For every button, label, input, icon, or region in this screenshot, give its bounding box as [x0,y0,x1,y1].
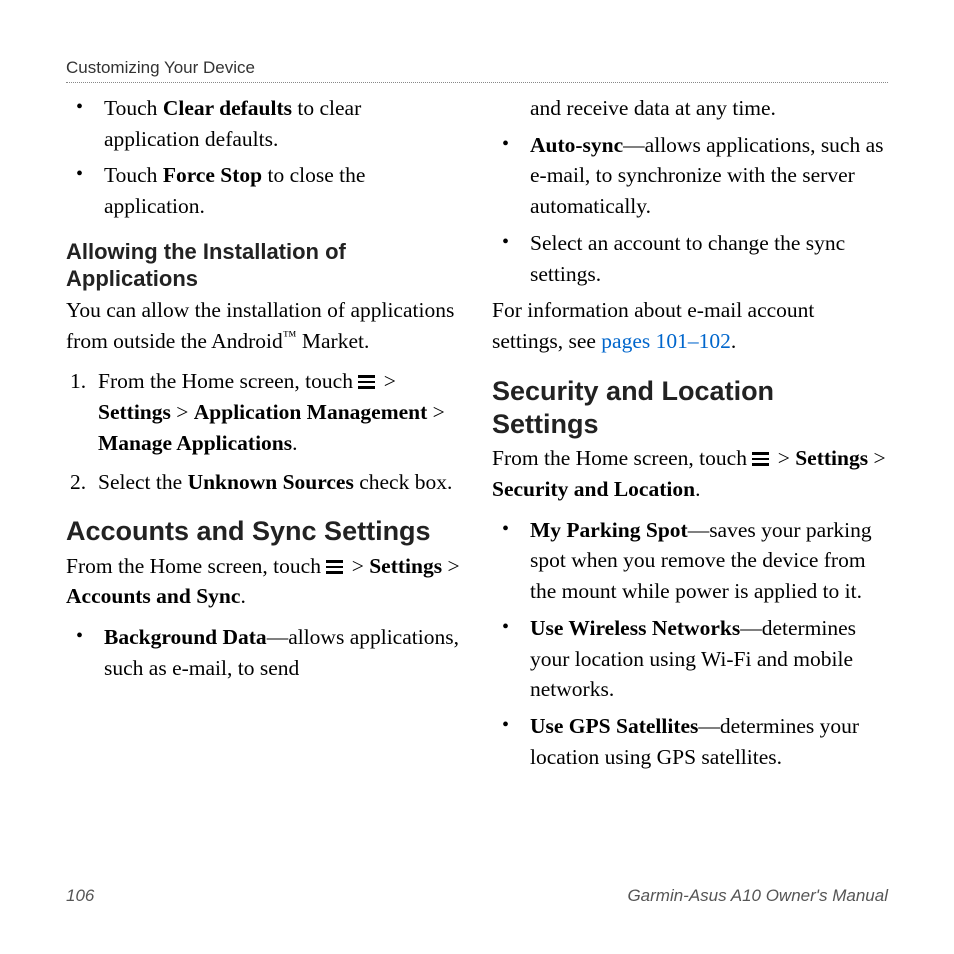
content-columns: Touch Clear defaults to clear applicatio… [66,93,888,779]
text-bold: Use GPS Satellites [530,714,698,738]
text: Market. [297,329,370,353]
list-item: Background Data—allows applications, suc… [104,622,462,683]
text: > [868,446,886,470]
text-bold: Clear defaults [163,96,292,120]
text-bold: Accounts and Sync [66,584,240,608]
text-bold: Unknown Sources [188,470,354,494]
text: Touch [104,163,163,187]
text: From the Home screen, touch [492,446,752,470]
text: > [171,400,194,424]
text: . [731,329,736,353]
text: Touch [104,96,163,120]
menu-icon [326,560,343,574]
page-number: 106 [66,886,94,906]
paragraph: From the Home screen, touch > Settings >… [492,443,888,504]
list-item: Auto-sync—allows applications, such as e… [530,130,888,222]
page-link[interactable]: pages 101–102 [601,329,731,353]
text: From the Home screen, touch [98,369,358,393]
text-bold: Background Data [104,625,267,649]
text-bold: Security and Location [492,477,695,501]
page-footer: 106 Garmin-Asus A10 Owner's Manual [66,886,888,906]
list-item: Select an account to change the sync set… [530,228,888,289]
heading-security-location: Security and Location Settings [492,375,888,441]
paragraph: For information about e-mail account set… [492,295,888,356]
manual-title: Garmin-Asus A10 Owner's Manual [627,886,888,906]
trademark-symbol: ™ [283,329,297,344]
text-bold: Auto-sync [530,133,623,157]
text-bold: Settings [795,446,868,470]
text: Select the [98,470,188,494]
paragraph: You can allow the installation of applic… [66,295,462,356]
text: > [772,446,795,470]
header-divider [66,82,888,83]
text-bold: Manage Applications [98,431,292,455]
list-item: Touch Clear defaults to clear applicatio… [104,93,462,154]
left-column: Touch Clear defaults to clear applicatio… [66,93,462,779]
text: > [442,554,460,578]
text-bold: Settings [98,400,171,424]
heading-accounts-sync: Accounts and Sync Settings [66,515,462,548]
text: . [292,431,297,455]
list-item: Use GPS Satellites—determines your locat… [530,711,888,772]
list-item: From the Home screen, touch > Settings >… [98,366,462,458]
list-item: Touch Force Stop to close the applicatio… [104,160,462,221]
menu-icon [752,452,769,466]
text: check box. [354,470,453,494]
text: You can allow the installation of applic… [66,298,454,353]
text: > [427,400,445,424]
page-header: Customizing Your Device [66,58,888,78]
text-bold: Application Management [194,400,428,424]
text: > [346,554,369,578]
text-bold: My Parking Spot [530,518,688,542]
subheading-allowing-installation: Allowing the Installation of Application… [66,238,462,293]
text: . [695,477,700,501]
list-item: My Parking Spot—saves your parking spot … [530,515,888,607]
paragraph: From the Home screen, touch > Settings >… [66,551,462,612]
bullet-list-autosync: Auto-sync—allows applications, such as e… [492,130,888,290]
list-item: Select the Unknown Sources check box. [98,467,462,498]
right-column: and receive data at any time. Auto-sync—… [492,93,888,779]
text-bold: Settings [369,554,442,578]
text-bold: Use Wireless Networks [530,616,740,640]
text: From the Home screen, touch [66,554,326,578]
menu-icon [358,375,375,389]
bullet-list-clear-force: Touch Clear defaults to clear applicatio… [66,93,462,222]
bullet-list-background-data: Background Data—allows applications, suc… [66,622,462,683]
continuation-text: and receive data at any time. [492,93,888,124]
numbered-steps: From the Home screen, touch > Settings >… [66,366,462,497]
text: . [240,584,245,608]
list-item: Use Wireless Networks—determines your lo… [530,613,888,705]
text-bold: Force Stop [163,163,262,187]
text: > [378,369,396,393]
bullet-list-security: My Parking Spot—saves your parking spot … [492,515,888,773]
text: Select an account to change the sync set… [530,231,845,286]
